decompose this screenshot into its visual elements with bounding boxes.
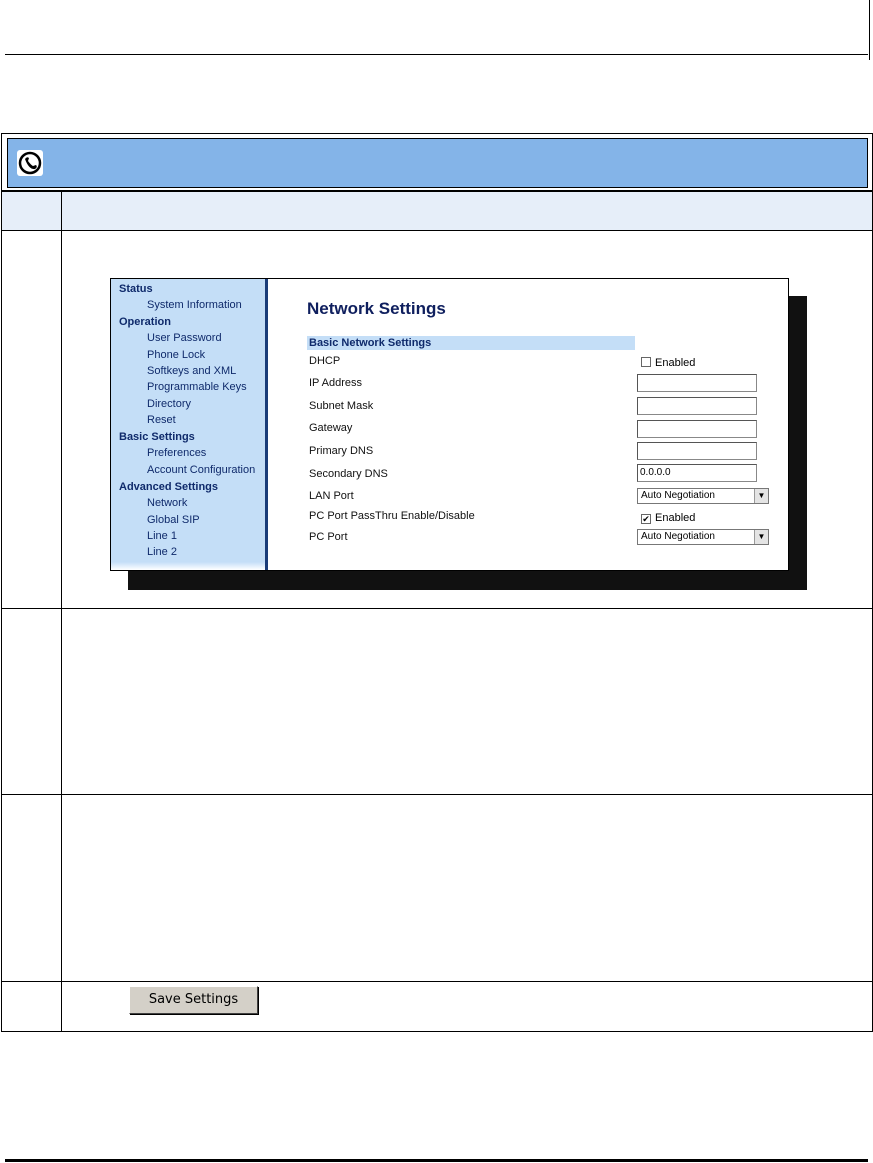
chevron-down-icon: ▼: [754, 530, 768, 544]
pc-passthru-label: PC Port PassThru Enable/Disable: [309, 510, 475, 522]
sidebar-item[interactable]: Global SIP: [147, 514, 200, 526]
sidebar-item[interactable]: Reset: [147, 414, 176, 426]
sidebar-section: Basic Settings: [119, 431, 195, 443]
sidebar-item[interactable]: Preferences: [147, 447, 206, 459]
chevron-down-icon: ▼: [754, 489, 768, 503]
dhcp-checkbox[interactable]: Enabled: [641, 357, 695, 369]
gateway-input[interactable]: [637, 420, 757, 438]
sidebar-item[interactable]: Network: [147, 497, 187, 509]
network-settings-screenshot: Status System Information Operation User Pa…: [110, 278, 789, 571]
sidebar-section: Advanced Settings: [119, 481, 219, 493]
secondary-dns-input[interactable]: 0.0.0.0: [637, 464, 757, 482]
header-rule: [5, 54, 868, 55]
secondary-dns-label: Secondary DNS: [309, 468, 388, 480]
lan-port-select[interactable]: Auto Negotiation ▼: [637, 488, 769, 504]
web-ui-sidebar: Status System Information Operation User Pa…: [111, 279, 268, 570]
save-settings-button[interactable]: Save Settings: [129, 986, 258, 1014]
globe-phone-icon: [17, 150, 43, 176]
primary-dns-input[interactable]: [637, 442, 757, 460]
page-title: Network Settings: [307, 299, 446, 318]
sidebar-item[interactable]: Line 1: [147, 530, 177, 542]
ip-address-label: IP Address: [309, 377, 362, 389]
subnet-mask-label: Subnet Mask: [309, 400, 374, 412]
sidebar-item[interactable]: Programmable Keys: [147, 381, 247, 393]
header-band: [7, 138, 868, 188]
footer-rule: [5, 1159, 868, 1162]
primary-dns-label: Primary DNS: [309, 445, 374, 457]
sidebar-fade: [111, 562, 265, 570]
ip-address-input[interactable]: [637, 374, 757, 392]
gateway-label: Gateway: [309, 422, 353, 434]
sidebar-item[interactable]: Softkeys and XML: [147, 365, 236, 377]
sidebar-item[interactable]: Line 2: [147, 546, 177, 558]
sidebar-item[interactable]: Phone Lock: [147, 349, 205, 361]
subnet-mask-input[interactable]: [637, 397, 757, 415]
sidebar-section: Operation: [119, 316, 171, 328]
sidebar-item[interactable]: Account Configuration: [147, 464, 255, 476]
table-row: [2, 608, 872, 794]
sidebar-item[interactable]: Directory: [147, 398, 191, 410]
procedure-header: [1, 133, 873, 191]
page-edge-line: [869, 0, 870, 60]
pc-port-select[interactable]: Auto Negotiation ▼: [637, 529, 769, 545]
pc-passthru-checkbox[interactable]: ✔ Enabled: [641, 512, 695, 524]
sidebar-section: Status: [119, 283, 153, 295]
lan-port-label: LAN Port: [309, 490, 354, 502]
table-header-row: [2, 192, 872, 230]
pc-port-label: PC Port: [309, 531, 348, 543]
table-row: [2, 794, 872, 981]
section-header: Basic Network Settings: [307, 336, 635, 350]
dhcp-label: DHCP: [309, 355, 341, 367]
sidebar-item[interactable]: System Information: [147, 299, 242, 311]
sidebar-item[interactable]: User Password: [147, 332, 222, 344]
